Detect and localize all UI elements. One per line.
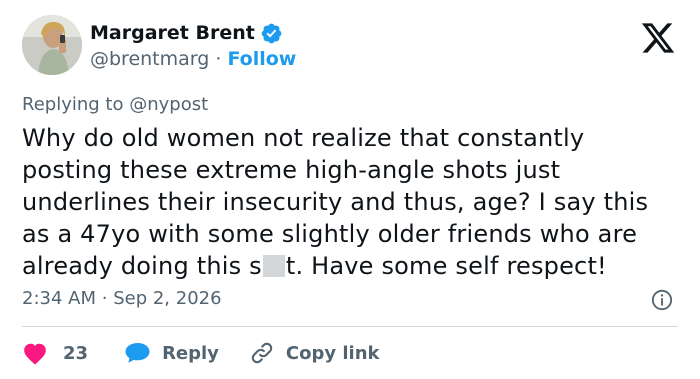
tweet-card: Margaret Brent @brentmarg · Follow Reply… (0, 0, 700, 379)
speech-bubble-icon (125, 343, 150, 363)
copy-link-label: Copy link (285, 342, 380, 364)
tweet-line: underlines their insecurity and thus, ag… (22, 188, 649, 216)
avatar[interactable] (22, 15, 82, 75)
replying-mention[interactable]: @nypost (129, 94, 208, 115)
tweet-line-part: already doing this s (22, 252, 262, 280)
info-icon[interactable] (651, 289, 673, 311)
avatar-photo (22, 15, 82, 75)
censor-block (262, 255, 285, 277)
replying-prefix: Replying to (22, 94, 124, 115)
handle-separator: · (215, 48, 222, 70)
reply-button[interactable]: Reply (124, 341, 219, 365)
author-handle-row: @brentmarg · Follow (90, 48, 296, 70)
author-handle[interactable]: @brentmarg (90, 48, 209, 70)
tweet-line: as a 47yo with some slightly older frien… (22, 220, 638, 248)
replying-to: Replying to @nypost (22, 94, 208, 115)
divider (22, 326, 678, 327)
verified-badge-icon (261, 23, 282, 43)
reply-label: Reply (162, 342, 219, 364)
action-bar: 23 Reply Copy link (22, 338, 380, 368)
copy-link-button[interactable]: Copy link (249, 340, 380, 366)
date: Sep 2, 2026 (113, 288, 222, 309)
time: 2:34 AM (22, 288, 96, 309)
tweet-text: Why do old women not realize that consta… (22, 122, 692, 282)
author-name[interactable]: Margaret Brent (90, 22, 255, 44)
timestamp[interactable]: 2:34 AM · Sep 2, 2026 (22, 288, 222, 309)
like-button[interactable]: 23 (22, 341, 88, 365)
tweet-line: posting these extreme high-angle shots j… (22, 156, 561, 184)
tweet-line-part: t. Have some self respect! (285, 252, 607, 280)
author-name-row: Margaret Brent (90, 21, 283, 45)
tweet-line: Why do old women not realize that consta… (22, 124, 585, 152)
link-icon (251, 342, 273, 364)
like-count: 23 (63, 342, 89, 364)
follow-button[interactable]: Follow (227, 48, 296, 70)
x-logo-icon[interactable] (638, 20, 678, 56)
timestamp-separator: · (101, 288, 108, 309)
tweet-line-last: already doing this s t. Have some self re… (22, 250, 692, 282)
heart-icon (24, 343, 46, 365)
